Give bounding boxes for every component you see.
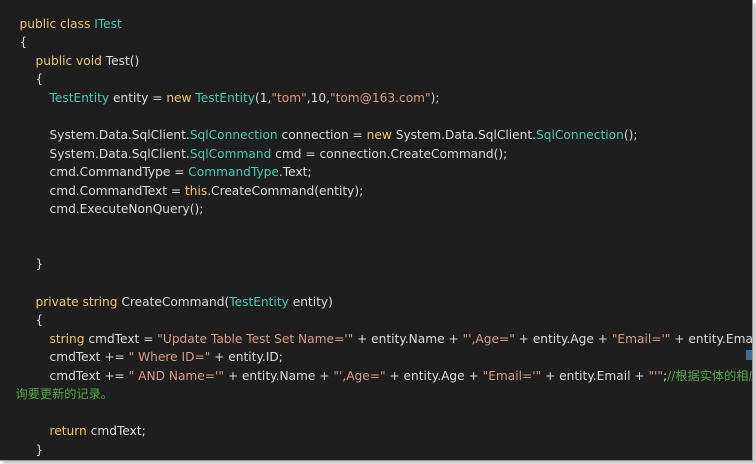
- type-name: ITest: [94, 17, 122, 31]
- code-line-command-text: cmd.CommandText = this.CreateCommand(ent…: [34, 164, 364, 198]
- string-literal: "'": [648, 369, 664, 383]
- code-line-entity-init: TestEntity entity = new TestEntity(1,"to…: [34, 71, 440, 105]
- keyword: public class: [19, 17, 95, 31]
- code-line-comment-wrap: 询要更新的记录。: [0, 367, 114, 401]
- code-text: );: [430, 91, 440, 105]
- method-name: Test(): [105, 54, 140, 68]
- method-name: CreateCommand(: [121, 295, 230, 309]
- keyword: return: [49, 424, 91, 438]
- string-literal: "Email='": [611, 332, 671, 346]
- code-line-cmdtext-init: string cmdText = "Update Table Test Set …: [34, 312, 753, 346]
- string-literal: "Email='": [482, 369, 542, 383]
- type-name: TestEntity: [195, 91, 255, 105]
- code-line-method-close-brace: }: [20, 237, 44, 271]
- code-text: (1,: [254, 91, 272, 105]
- brace: }: [35, 257, 44, 271]
- code-text: entity): [288, 295, 333, 309]
- code-line-return: return cmdText;: [34, 404, 146, 438]
- code-line-class-declaration: public class ITest: [4, 0, 122, 31]
- brace: }: [35, 443, 44, 457]
- code-line-method-open-brace: {: [20, 52, 44, 86]
- code-text: cmdText;: [90, 424, 146, 438]
- code-text: + entity.Name +: [223, 369, 334, 383]
- type-name: TestEntity: [229, 295, 289, 309]
- code-text: + entity.Name +: [353, 332, 463, 346]
- keyword: string: [82, 295, 122, 309]
- code-line-command: System.Data.SqlClient.SqlCommand cmd = c…: [34, 127, 508, 161]
- code-comment: 询要更新的记录。: [15, 387, 114, 401]
- code-line-execute: cmd.ExecuteNonQuery();: [34, 182, 204, 216]
- code-text: + entity.Age +: [514, 332, 612, 346]
- code-text: ,10,: [306, 91, 330, 105]
- code-line-class-close-brace: }: [4, 441, 27, 459]
- code-text: ();: [623, 128, 638, 142]
- code-line-cmdtext-where: cmdText += " Where ID=" + entity.ID;: [34, 330, 283, 364]
- code-line-method-create-command: private string CreateCommand(TestEntity …: [20, 275, 333, 309]
- code-line-command-type: cmd.CommandType = CommandType.Text;: [34, 145, 312, 179]
- string-literal: "tom": [271, 91, 307, 105]
- code-line-class-open-brace: {: [4, 15, 28, 49]
- string-literal: "',Age=": [462, 332, 515, 346]
- code-editor[interactable]: public class ITest { public void Test() …: [0, 0, 753, 461]
- string-literal: " AND Name='": [128, 369, 224, 383]
- type-name: TestEntity: [49, 91, 110, 105]
- code-line-method2-close-brace: }: [20, 423, 44, 457]
- string-literal: "',Age=": [333, 369, 386, 383]
- code-text: entity =: [109, 91, 167, 105]
- code-line-method-test: public void Test(): [20, 34, 140, 68]
- code-text: + entity.Email +: [674, 332, 753, 346]
- code-line-method2-open-brace: {: [20, 293, 44, 327]
- code-text: .CreateCommand(entity);: [207, 184, 364, 198]
- type-name: SqlConnection: [536, 128, 624, 142]
- string-literal: "tom@163.com": [329, 91, 431, 105]
- code-line-connection: System.Data.SqlClient.SqlConnection conn…: [34, 108, 638, 142]
- code-comment: //根据实体的相应信息来: [667, 369, 752, 383]
- code-text: cmd.ExecuteNonQuery();: [49, 202, 204, 216]
- keyword: new: [166, 91, 196, 105]
- overflow-indicator: [746, 350, 752, 360]
- code-text: + entity.Email +: [541, 369, 649, 383]
- code-line-cmdtext-and: cmdText += " AND Name='" + entity.Name +…: [34, 349, 753, 383]
- keyword: public void: [35, 54, 106, 68]
- code-text: + entity.Age +: [385, 369, 483, 383]
